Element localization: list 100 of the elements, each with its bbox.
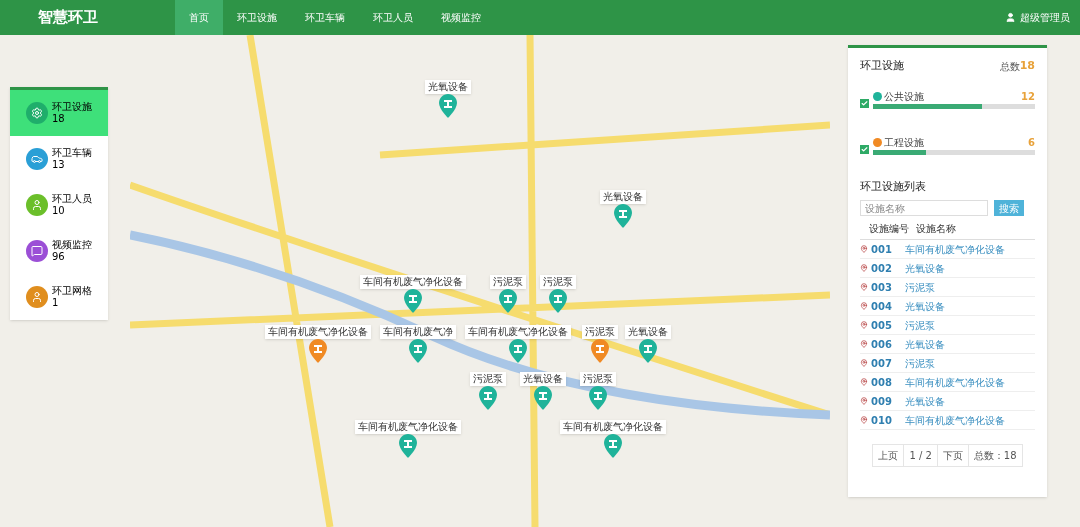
category-count: 18 bbox=[52, 113, 66, 125]
facility-name[interactable]: 污泥泵 bbox=[905, 355, 935, 371]
next-page-button[interactable]: 下页 bbox=[936, 445, 968, 466]
category-count: 1 bbox=[52, 297, 60, 309]
column-header: 设施编号 bbox=[869, 222, 909, 236]
category-count: 13 bbox=[52, 159, 66, 171]
location-icon bbox=[860, 397, 868, 405]
facility-name[interactable]: 车间有机废气净化设备 bbox=[905, 374, 1005, 390]
location-icon bbox=[860, 321, 868, 329]
facility-id[interactable]: 009 bbox=[871, 393, 905, 409]
facility-id[interactable]: 003 bbox=[871, 279, 905, 295]
nav-tab[interactable]: 视频监控 bbox=[427, 0, 495, 35]
group-count: 12 bbox=[1021, 89, 1035, 104]
map-pin-icon[interactable] bbox=[549, 289, 567, 313]
facility-id[interactable]: 010 bbox=[871, 412, 905, 428]
map-pin-icon[interactable] bbox=[509, 339, 527, 363]
marker-label: 车间有机废气净化设备 bbox=[265, 325, 371, 339]
facility-name[interactable]: 车间有机废气净化设备 bbox=[905, 241, 1005, 257]
facility-name[interactable]: 光氧设备 bbox=[905, 260, 945, 276]
group-label: 工程设施 bbox=[884, 135, 924, 150]
category-item[interactable]: 环卫车辆 13 bbox=[10, 136, 108, 182]
user-icon bbox=[1005, 12, 1016, 23]
group-label: 公共设施 bbox=[884, 89, 924, 104]
total-count: 18 bbox=[1019, 58, 1035, 74]
user-name[interactable]: 超级管理员 bbox=[1020, 10, 1070, 25]
facility-name[interactable]: 污泥泵 bbox=[905, 317, 935, 333]
marker-label: 污泥泵 bbox=[470, 372, 506, 386]
category-item[interactable]: 视频监控 96 bbox=[10, 228, 108, 274]
facility-id[interactable]: 008 bbox=[871, 374, 905, 390]
nav-tab[interactable]: 首页 bbox=[175, 0, 223, 35]
marker-label: 污泥泵 bbox=[582, 325, 618, 339]
facility-id[interactable]: 005 bbox=[871, 317, 905, 333]
marker-label: 污泥泵 bbox=[490, 275, 526, 289]
category-item[interactable]: 环卫设施 18 bbox=[10, 90, 108, 136]
map-pin-icon[interactable] bbox=[604, 434, 622, 458]
nav-tab[interactable]: 环卫设施 bbox=[223, 0, 291, 35]
map-pin-icon[interactable] bbox=[591, 339, 609, 363]
map-pin-icon[interactable] bbox=[479, 386, 497, 410]
map-pin-icon[interactable] bbox=[639, 339, 657, 363]
facility-name[interactable]: 光氧设备 bbox=[905, 298, 945, 314]
page-indicator: 1 / 2 bbox=[903, 445, 937, 466]
map-pin-icon[interactable] bbox=[499, 289, 517, 313]
search-field[interactable]: 设施名称 bbox=[860, 200, 988, 216]
facility-id[interactable]: 002 bbox=[871, 260, 905, 276]
app-title: 智慧环卫 bbox=[37, 7, 99, 29]
category-label: 环卫设施 bbox=[52, 101, 92, 113]
location-icon bbox=[860, 359, 868, 367]
nav-tab[interactable]: 环卫人员 bbox=[359, 0, 427, 35]
category-item[interactable]: 环卫网格 1 bbox=[10, 274, 108, 320]
map-pin-icon[interactable] bbox=[404, 289, 422, 313]
group-count: 6 bbox=[1028, 135, 1035, 150]
marker-label: 光氧设备 bbox=[425, 80, 471, 94]
location-icon bbox=[860, 378, 868, 386]
category-item[interactable]: 环卫人员 10 bbox=[10, 182, 108, 228]
marker-label: 车间有机废气净化设备 bbox=[560, 420, 666, 434]
list-title: 环卫设施列表 bbox=[860, 178, 927, 195]
prev-page-button[interactable]: 上页 bbox=[873, 445, 904, 466]
total-label: 总数 bbox=[999, 59, 1020, 74]
column-header: 设施名称 bbox=[916, 222, 956, 236]
map-pin-icon[interactable] bbox=[399, 434, 417, 458]
location-icon bbox=[860, 283, 868, 291]
marker-label: 污泥泵 bbox=[540, 275, 576, 289]
map-pin-icon[interactable] bbox=[614, 204, 632, 228]
marker-label: 光氧设备 bbox=[520, 372, 566, 386]
category-label: 环卫车辆 bbox=[52, 147, 92, 159]
category-label: 视频监控 bbox=[52, 239, 92, 251]
facility-id[interactable]: 004 bbox=[871, 298, 905, 314]
marker-label: 车间有机废气净化设备 bbox=[355, 420, 461, 434]
facility-name[interactable]: 污泥泵 bbox=[905, 279, 935, 295]
location-icon bbox=[860, 245, 868, 253]
map-pin-icon[interactable] bbox=[309, 339, 327, 363]
panel-title: 环卫设施 bbox=[860, 58, 904, 74]
map-pin-icon[interactable] bbox=[589, 386, 607, 410]
category-count: 10 bbox=[52, 205, 66, 217]
marker-label: 车间有机废气净化设备 bbox=[465, 325, 571, 339]
map-pin-icon[interactable] bbox=[439, 94, 457, 118]
marker-label: 光氧设备 bbox=[625, 325, 671, 339]
facility-name[interactable]: 车间有机废气净化设备 bbox=[905, 412, 1005, 428]
category-label: 环卫网格 bbox=[52, 285, 92, 297]
category-label: 环卫人员 bbox=[52, 193, 92, 205]
location-icon bbox=[860, 340, 868, 348]
marker-label: 车间有机废气净 bbox=[380, 325, 456, 339]
marker-label: 光氧设备 bbox=[600, 190, 646, 204]
location-icon bbox=[860, 264, 868, 272]
facility-name[interactable]: 光氧设备 bbox=[905, 336, 945, 352]
facility-name[interactable]: 光氧设备 bbox=[905, 393, 945, 409]
facility-id[interactable]: 006 bbox=[871, 336, 905, 352]
nav-tab[interactable]: 环卫车辆 bbox=[291, 0, 359, 35]
marker-label: 车间有机废气净化设备 bbox=[360, 275, 466, 289]
pager-total: 总数：18 bbox=[967, 445, 1022, 466]
map-pin-icon[interactable] bbox=[409, 339, 427, 363]
group-checkbox[interactable] bbox=[860, 144, 869, 154]
marker-label: 污泥泵 bbox=[580, 372, 616, 386]
facility-id[interactable]: 007 bbox=[871, 355, 905, 371]
map-pin-icon[interactable] bbox=[534, 386, 552, 410]
category-count: 96 bbox=[52, 251, 66, 263]
facility-id[interactable]: 001 bbox=[871, 241, 905, 257]
search-button[interactable]: 搜索 bbox=[994, 200, 1024, 216]
location-icon bbox=[860, 302, 868, 310]
group-checkbox[interactable] bbox=[860, 98, 869, 108]
